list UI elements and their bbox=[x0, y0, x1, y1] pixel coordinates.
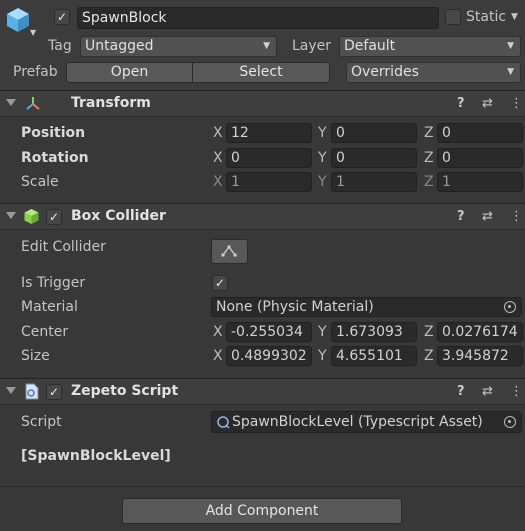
edit-collider-label: Edit Collider bbox=[21, 239, 106, 255]
size-y-field[interactable]: 4.655101 bbox=[331, 346, 417, 366]
rotation-y-label[interactable]: Y bbox=[318, 150, 327, 166]
layer-dropdown[interactable]: Default ▼ bbox=[339, 36, 521, 57]
rotation-z-label[interactable]: Z bbox=[424, 150, 434, 166]
chevron-down-icon: ▼ bbox=[507, 67, 514, 77]
center-z-field[interactable]: 0.0276174 bbox=[437, 322, 523, 342]
foldout-arrow-icon[interactable] bbox=[6, 212, 16, 219]
rotation-z-field[interactable]: 0 bbox=[437, 148, 523, 168]
scale-y-field[interactable]: 1 bbox=[331, 172, 417, 192]
transform-header[interactable]: Transform ? ⇄ ⋮ bbox=[0, 90, 525, 117]
script-label: Script bbox=[21, 414, 62, 430]
is-trigger-label: Is Trigger bbox=[21, 275, 86, 291]
preset-icon[interactable]: ⇄ bbox=[482, 209, 493, 224]
scale-z-field[interactable]: 1 bbox=[437, 172, 523, 192]
object-picker-icon[interactable] bbox=[504, 416, 516, 428]
object-name-field[interactable]: SpawnBlock bbox=[77, 7, 439, 29]
position-y-label[interactable]: Y bbox=[318, 125, 327, 141]
size-y-label[interactable]: Y bbox=[318, 348, 327, 364]
rotation-x-field[interactable]: 0 bbox=[226, 148, 312, 168]
center-x-label[interactable]: X bbox=[213, 324, 223, 340]
gameobject-header: ▼ ✓ SpawnBlock Static ▼ Tag Untagged ▼ L… bbox=[0, 0, 525, 90]
material-field[interactable]: None (Physic Material) bbox=[211, 297, 522, 317]
foldout-arrow-icon[interactable] bbox=[6, 99, 16, 106]
is-trigger-checkbox[interactable]: ✓ bbox=[212, 275, 228, 291]
object-picker-icon[interactable] bbox=[504, 301, 516, 313]
zepeto-script-enabled-toggle[interactable]: ✓ bbox=[46, 384, 62, 400]
edit-collider-button[interactable] bbox=[211, 239, 248, 264]
script-class-label: [SpawnBlockLevel] bbox=[21, 448, 171, 464]
transform-title: Transform bbox=[71, 95, 151, 111]
tag-label: Tag bbox=[48, 38, 72, 54]
box-collider-icon bbox=[23, 208, 40, 229]
scale-x-field[interactable]: 1 bbox=[226, 172, 312, 192]
box-collider-header[interactable]: ✓ Box Collider ? ⇄ ⋮ bbox=[0, 203, 525, 230]
box-collider-enabled-toggle[interactable]: ✓ bbox=[46, 209, 62, 225]
tag-value: Untagged bbox=[85, 38, 154, 54]
position-y-field[interactable]: 0 bbox=[331, 123, 417, 143]
layer-value: Default bbox=[344, 38, 396, 54]
help-icon[interactable]: ? bbox=[457, 384, 465, 399]
prefab-label: Prefab bbox=[13, 64, 58, 80]
overrides-dropdown[interactable]: Overrides ▼ bbox=[346, 62, 521, 83]
overrides-label: Overrides bbox=[351, 64, 419, 80]
position-x-field[interactable]: 12 bbox=[226, 123, 312, 143]
cube-icon[interactable] bbox=[4, 6, 32, 38]
size-z-field[interactable]: 3.945872 bbox=[437, 346, 523, 366]
tag-dropdown[interactable]: Untagged ▼ bbox=[80, 36, 277, 57]
script-file-icon bbox=[24, 383, 40, 404]
help-icon[interactable]: ? bbox=[457, 96, 465, 111]
foldout-arrow-icon[interactable] bbox=[6, 387, 16, 394]
position-z-field[interactable]: 0 bbox=[437, 123, 523, 143]
center-z-label[interactable]: Z bbox=[424, 324, 434, 340]
zepeto-script-header[interactable]: ✓ Zepeto Script ? ⇄ ⋮ bbox=[0, 378, 525, 405]
static-toggle[interactable] bbox=[445, 9, 461, 25]
more-options-icon[interactable]: ⋮ bbox=[510, 96, 523, 111]
center-y-field[interactable]: 1.673093 bbox=[331, 322, 417, 342]
static-label: Static bbox=[466, 9, 507, 25]
size-label: Size bbox=[21, 348, 50, 364]
position-label: Position bbox=[21, 125, 86, 141]
prefab-select-button[interactable]: Select bbox=[192, 62, 330, 83]
size-x-label[interactable]: X bbox=[213, 348, 223, 364]
scale-y-label[interactable]: Y bbox=[318, 174, 327, 190]
transform-icon bbox=[24, 95, 42, 117]
more-options-icon[interactable]: ⋮ bbox=[510, 209, 523, 224]
center-label: Center bbox=[21, 324, 69, 340]
box-collider-title: Box Collider bbox=[71, 208, 166, 224]
position-x-label[interactable]: X bbox=[213, 125, 223, 141]
chevron-down-icon: ▼ bbox=[507, 41, 514, 51]
scale-z-label[interactable]: Z bbox=[424, 174, 434, 190]
help-icon[interactable]: ? bbox=[457, 209, 465, 224]
center-x-field[interactable]: -0.255034 bbox=[226, 322, 312, 342]
script-field[interactable]: SpawnBlockLevel (Typescript Asset) bbox=[211, 411, 522, 433]
edit-collider-icon bbox=[221, 245, 237, 257]
typescript-asset-icon bbox=[216, 415, 230, 433]
size-x-field[interactable]: 0.4899302 bbox=[226, 346, 312, 366]
icon-dropdown-arrow[interactable]: ▼ bbox=[30, 28, 36, 37]
rotation-label: Rotation bbox=[21, 150, 89, 166]
more-options-icon[interactable]: ⋮ bbox=[510, 384, 523, 399]
rotation-x-label[interactable]: X bbox=[213, 150, 223, 166]
zepeto-script-title: Zepeto Script bbox=[71, 383, 179, 399]
preset-icon[interactable]: ⇄ bbox=[482, 96, 493, 111]
chevron-down-icon: ▼ bbox=[263, 41, 270, 51]
position-z-label[interactable]: Z bbox=[424, 125, 434, 141]
add-component-button[interactable]: Add Component bbox=[122, 498, 402, 524]
scale-x-label[interactable]: X bbox=[213, 174, 223, 190]
layer-label: Layer bbox=[292, 38, 332, 54]
material-label: Material bbox=[21, 299, 78, 315]
size-z-label[interactable]: Z bbox=[424, 348, 434, 364]
center-y-label[interactable]: Y bbox=[318, 324, 327, 340]
static-dropdown-arrow[interactable]: ▼ bbox=[511, 12, 518, 22]
preset-icon[interactable]: ⇄ bbox=[482, 384, 493, 399]
active-toggle[interactable]: ✓ bbox=[54, 9, 70, 25]
prefab-open-button[interactable]: Open bbox=[66, 62, 193, 83]
scale-label: Scale bbox=[21, 174, 59, 190]
script-value: SpawnBlockLevel (Typescript Asset) bbox=[232, 414, 483, 430]
rotation-y-field[interactable]: 0 bbox=[331, 148, 417, 168]
